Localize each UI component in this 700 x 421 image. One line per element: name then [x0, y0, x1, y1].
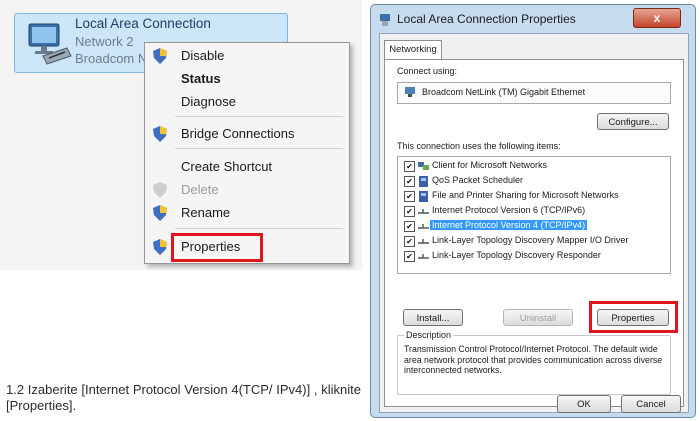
list-item[interactable]: ✔ Link-Layer Topology Discovery Responde… — [402, 250, 664, 263]
menu-item-label: Create Shortcut — [181, 159, 273, 174]
list-item[interactable]: ✔ Client for Microsoft Networks — [402, 160, 664, 173]
networking-panel: Connect using: Broadcom NetLink (TM) Gig… — [384, 59, 684, 407]
list-item-label: Internet Protocol Version 4 (TCP/IPv4) — [430, 220, 588, 230]
ok-button[interactable]: OK — [557, 395, 611, 413]
list-item-label: QoS Packet Scheduler — [432, 175, 524, 185]
menu-item-bridge-connections[interactable]: Bridge Connections — [145, 123, 349, 145]
network-card-icon — [405, 87, 415, 97]
menu-separator — [175, 148, 343, 149]
menu-item-label: Status — [181, 71, 221, 86]
adapter-field: Broadcom NetLink (TM) Gigabit Ethernet — [397, 82, 671, 104]
adapter-name: Local Area Connection — [75, 16, 211, 31]
menu-item-status[interactable]: Status — [145, 68, 349, 90]
context-menu: Disable Status Diagnose Bridge Connectio… — [144, 42, 350, 264]
install-button[interactable]: Install... — [403, 309, 463, 326]
adapter-device: Broadcom N — [75, 51, 148, 66]
list-item-ipv4-selected[interactable]: ✔ Internet Protocol Version 4 (TCP/IPv4) — [402, 220, 664, 233]
uac-shield-icon — [153, 182, 167, 198]
network-adapter-icon — [28, 23, 72, 65]
menu-separator — [175, 228, 343, 229]
highlight-box-properties-menu — [171, 233, 263, 262]
list-item[interactable]: ✔ QoS Packet Scheduler — [402, 175, 664, 188]
menu-item-label: Bridge Connections — [181, 126, 295, 141]
items-label: This connection uses the following items… — [397, 141, 561, 151]
protocol-icon — [418, 239, 429, 244]
list-item[interactable]: ✔ Link-Layer Topology Discovery Mapper I… — [402, 235, 664, 248]
list-item[interactable]: ✔ Internet Protocol Version 6 (TCP/IPv6) — [402, 205, 664, 218]
uac-shield-icon — [153, 48, 167, 64]
close-button[interactable]: x — [633, 8, 681, 28]
checkbox[interactable]: ✔ — [404, 206, 415, 217]
dialog-body: Networking Connect using: Broadcom NetLi… — [379, 33, 689, 413]
service-icon — [419, 191, 428, 202]
checkbox[interactable]: ✔ — [404, 176, 415, 187]
menu-item-delete[interactable]: Delete — [145, 179, 349, 201]
menu-item-rename[interactable]: Rename — [145, 202, 349, 224]
menu-item-label: Delete — [181, 182, 219, 197]
components-list: ✔ Client for Microsoft Networks ✔ QoS Pa… — [397, 156, 671, 274]
menu-item-diagnose[interactable]: Diagnose — [145, 91, 349, 113]
description-label: Description — [404, 330, 454, 340]
checkbox[interactable]: ✔ — [404, 161, 415, 172]
list-item-label: Link-Layer Topology Discovery Mapper I/O… — [432, 235, 629, 245]
service-icon — [419, 176, 428, 187]
description-text: Transmission Control Protocol/Internet P… — [404, 344, 663, 375]
list-item-label: Client for Microsoft Networks — [432, 160, 548, 170]
configure-button[interactable]: Configure... — [597, 113, 669, 130]
uac-shield-icon — [153, 205, 167, 221]
uninstall-button[interactable]: Uninstall — [503, 309, 573, 326]
menu-item-create-shortcut[interactable]: Create Shortcut — [145, 156, 349, 178]
protocol-icon — [418, 224, 429, 229]
highlight-box-properties-button — [589, 301, 678, 333]
dialog-title: Local Area Connection Properties — [397, 12, 576, 26]
cancel-button[interactable]: Cancel — [621, 395, 681, 413]
list-item-label: Link-Layer Topology Discovery Responder — [432, 250, 601, 260]
menu-item-label: Diagnose — [181, 94, 236, 109]
network-connection-icon — [380, 14, 390, 26]
instruction-caption: 1.2 Izaberite [Internet Protocol Version… — [6, 382, 361, 413]
menu-separator — [175, 116, 343, 117]
adapter-field-text: Broadcom NetLink (TM) Gigabit Ethernet — [422, 87, 586, 97]
list-item[interactable]: ✔ File and Printer Sharing for Microsoft… — [402, 190, 664, 203]
list-item-label: Internet Protocol Version 6 (TCP/IPv6) — [432, 205, 586, 215]
tab-networking[interactable]: Networking — [384, 40, 442, 60]
list-item-label: File and Printer Sharing for Microsoft N… — [432, 190, 619, 200]
connect-using-label: Connect using: — [397, 66, 458, 76]
checkbox[interactable]: ✔ — [404, 221, 415, 232]
checkbox[interactable]: ✔ — [404, 191, 415, 202]
menu-item-label: Disable — [181, 48, 225, 63]
client-icon — [418, 162, 429, 170]
adapter-network: Network 2 — [75, 34, 134, 49]
network-connections-panel: Local Area Connection Network 2 Broadcom… — [0, 0, 362, 270]
protocol-icon — [418, 209, 429, 214]
uac-shield-icon — [153, 126, 167, 142]
description-group: Description Transmission Control Protoco… — [397, 330, 671, 395]
uac-shield-icon — [153, 239, 167, 255]
protocol-icon — [418, 254, 429, 259]
checkbox[interactable]: ✔ — [404, 251, 415, 262]
menu-item-label: Rename — [181, 205, 231, 220]
properties-dialog: Local Area Connection Properties x Netwo… — [370, 4, 696, 418]
checkbox[interactable]: ✔ — [404, 236, 415, 247]
menu-item-disable[interactable]: Disable — [145, 45, 349, 67]
